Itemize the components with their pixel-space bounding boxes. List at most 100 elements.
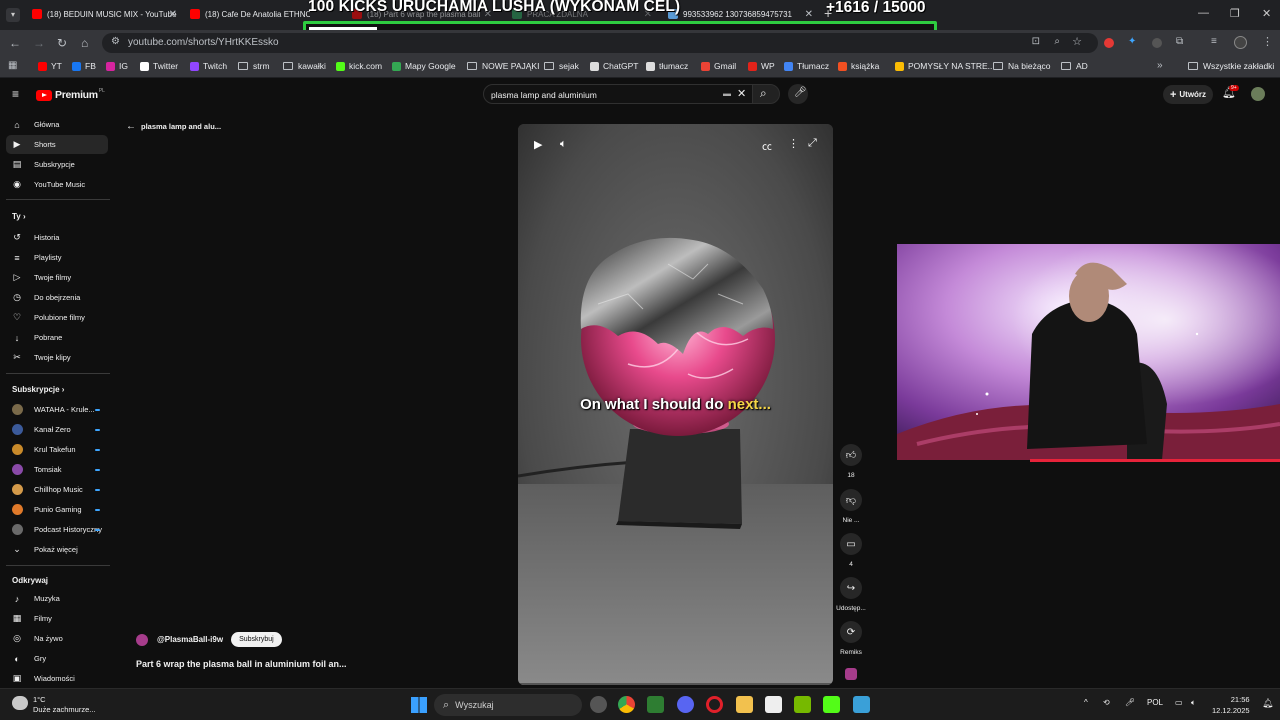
sidebar-item[interactable]: ▦ Filmy xyxy=(6,609,108,628)
more-bookmarks-icon[interactable]: » xyxy=(1157,60,1163,71)
home-icon[interactable]: ⌂ xyxy=(81,36,88,50)
search-query[interactable]: plasma lamp and aluminium xyxy=(491,90,597,100)
extension-icon[interactable]: ✦ xyxy=(1128,36,1136,47)
bookmark-11[interactable]: ChatGPT xyxy=(590,61,638,71)
taskbar-search[interactable]: ⌕ Wyszukaj xyxy=(434,694,582,716)
fullscreen-icon[interactable]: ⤢ xyxy=(808,137,817,150)
sidebar-item[interactable]: ▶ Shorts xyxy=(6,135,108,154)
discord-icon[interactable] xyxy=(677,696,694,713)
account-avatar[interactable] xyxy=(1251,87,1265,101)
bookmark-10[interactable]: sejak xyxy=(544,61,579,71)
sidebar-item[interactable]: Kanał Zero xyxy=(6,420,108,439)
bookmark-1[interactable]: FB xyxy=(72,61,96,71)
kick-studio-icon[interactable] xyxy=(823,696,840,713)
bookmark-0[interactable]: YT xyxy=(38,61,62,71)
tab-search-icon[interactable]: ▾ xyxy=(6,8,20,22)
sidebar-item[interactable]: ♡ Polubione filmy xyxy=(6,308,108,327)
sidebar-item[interactable]: Punio Gaming xyxy=(6,500,108,519)
profile-avatar[interactable] xyxy=(1234,36,1247,49)
reload-icon[interactable]: ↻ xyxy=(57,36,67,50)
sync-icon[interactable]: ⟲ xyxy=(1103,698,1110,707)
windows-start-icon[interactable] xyxy=(411,697,427,713)
bookmark-3[interactable]: Twitter xyxy=(140,61,178,71)
tab-2[interactable]: (18) Cafe De Anatolia ETHNO xyxy=(190,3,310,25)
sidebar-item[interactable]: Tomsiak xyxy=(6,460,108,479)
record-extension-icon[interactable] xyxy=(1104,38,1114,48)
volume-tray-icon[interactable]: 🔈︎ xyxy=(1191,698,1196,708)
search-button[interactable]: ⌕ xyxy=(752,84,780,104)
sidebar-item[interactable]: ▣ Wiadomości xyxy=(6,669,108,688)
notifications-icon[interactable]: 🔔︎ xyxy=(1262,698,1273,709)
sidebar-item[interactable]: ♪ Muzyka xyxy=(6,589,108,608)
sidebar-item[interactable]: Chillhop Music xyxy=(6,480,108,499)
bookmark-2[interactable]: IG xyxy=(106,61,128,71)
bookmark-15[interactable]: Tłumacz xyxy=(784,61,829,71)
file-explorer-icon[interactable] xyxy=(736,696,753,713)
subscribe-button[interactable]: Subskrybuj xyxy=(231,632,282,647)
sidebar-section-header[interactable]: Odkrywaj xyxy=(12,576,48,585)
bookmark-19[interactable]: AD xyxy=(1061,61,1088,71)
extension-icon[interactable] xyxy=(1152,38,1162,48)
opera-icon[interactable] xyxy=(706,696,723,713)
tray-overflow-icon[interactable]: ^ xyxy=(1084,698,1088,707)
channel-avatar[interactable] xyxy=(136,633,148,646)
voice-search-button[interactable]: 🎤︎ xyxy=(788,84,808,104)
maximize-button[interactable]: ❐ xyxy=(1230,7,1240,20)
bookmark-7[interactable]: kick.com xyxy=(336,61,382,71)
youtube-logo[interactable]: Premium PL xyxy=(36,88,105,101)
sidebar-item[interactable]: ◉ YouTube Music xyxy=(6,175,108,194)
share-button[interactable]: ↪ Udostęp... xyxy=(836,577,866,612)
sound-avatar[interactable] xyxy=(845,668,857,680)
taskbar-clock[interactable]: 21:56 12.12.2025 xyxy=(1212,694,1250,716)
network-icon[interactable]: ▭ xyxy=(1175,698,1183,707)
bookmark-5[interactable]: strm xyxy=(238,61,270,71)
bookmark-17[interactable]: POMYSŁY NA STRE... xyxy=(895,61,995,71)
sidebar-item[interactable]: Podcast Historyczny xyxy=(6,520,108,539)
sidebar-section-header[interactable]: Subskrypcje › xyxy=(12,385,64,394)
back-to-search-link[interactable]: ← plasma lamp and alu... xyxy=(126,121,221,132)
comments-button[interactable]: ▭ 4 xyxy=(836,533,866,568)
weather-icon[interactable] xyxy=(12,696,28,710)
close-window-button[interactable]: ✕ xyxy=(1262,7,1271,20)
bookmark-4[interactable]: Twitch xyxy=(190,61,227,71)
extensions-puzzle-icon[interactable]: ⧉ xyxy=(1176,36,1183,47)
bookmark-star-icon[interactable]: ☆ xyxy=(1072,35,1082,48)
brave-icon[interactable] xyxy=(647,696,664,713)
apps-grid-icon[interactable]: ▦ xyxy=(8,60,17,71)
dislike-button[interactable]: 👎︎ Nie ... xyxy=(836,489,866,524)
nvidia-icon[interactable] xyxy=(794,696,811,713)
sidebar-section-header[interactable]: Ty › xyxy=(12,212,26,221)
url-text[interactable]: youtube.com/shorts/YHrtKKEssko xyxy=(128,37,279,48)
sidebar-item[interactable]: ⌂ Główna xyxy=(6,115,108,134)
channel-name[interactable]: @PlasmaBall-i9w xyxy=(157,635,223,644)
clear-search-icon[interactable]: ✕ xyxy=(737,87,746,100)
close-icon[interactable]: ✕ xyxy=(169,9,177,20)
play-icon[interactable]: ▶ xyxy=(534,138,542,151)
shorts-video-player[interactable]: ▶ 🔈︎ ㏄ ⋮ ⤢ On what I should do next... xyxy=(518,124,833,685)
all-bookmarks-folder[interactable]: Wszystkie zakładki xyxy=(1188,61,1274,71)
bookmark-9[interactable]: NOWE PAJĄKI xyxy=(467,61,539,71)
sidebar-item[interactable]: ⌄ Pokaż więcej xyxy=(6,540,108,559)
bookmark-14[interactable]: WP xyxy=(748,61,775,71)
captions-icon[interactable]: ㏄ xyxy=(762,138,772,153)
browser-menu-icon[interactable]: ⋮ xyxy=(1262,35,1273,48)
search-input[interactable]: plasma lamp and aluminium ▬ ✕ xyxy=(483,84,753,104)
like-button[interactable]: 👍︎ 18 xyxy=(836,444,866,479)
install-icon[interactable]: ⊡ xyxy=(1032,36,1040,47)
copilot-icon[interactable] xyxy=(590,696,607,713)
sidebar-item[interactable]: ▤ Subskrypcje xyxy=(6,155,108,174)
sidebar-item[interactable]: ↺ Historia xyxy=(6,228,108,247)
language-indicator[interactable]: POL xyxy=(1147,698,1163,707)
site-info-icon[interactable]: ⚙ xyxy=(111,36,120,47)
keyboard-icon[interactable]: ▬ xyxy=(723,89,731,98)
bookmark-8[interactable]: Mapy Google xyxy=(392,61,456,71)
short-title[interactable]: Part 6 wrap the plasma ball in aluminium… xyxy=(136,659,347,669)
bookmark-6[interactable]: kawałki xyxy=(283,61,326,71)
weather-widget[interactable]: 1°C Duże zachmurze... xyxy=(33,695,96,715)
sidebar-item[interactable]: ✂ Twoje klipy xyxy=(6,348,108,367)
bookmark-13[interactable]: Gmail xyxy=(701,61,736,71)
sidebar-item[interactable]: ▷ Twoje filmy xyxy=(6,268,108,287)
sidebar-item[interactable]: ↓ Pobrane xyxy=(6,328,108,347)
video-progress-bar[interactable] xyxy=(518,683,833,685)
sidebar-item[interactable]: WATAHA - Krule... xyxy=(6,400,108,419)
